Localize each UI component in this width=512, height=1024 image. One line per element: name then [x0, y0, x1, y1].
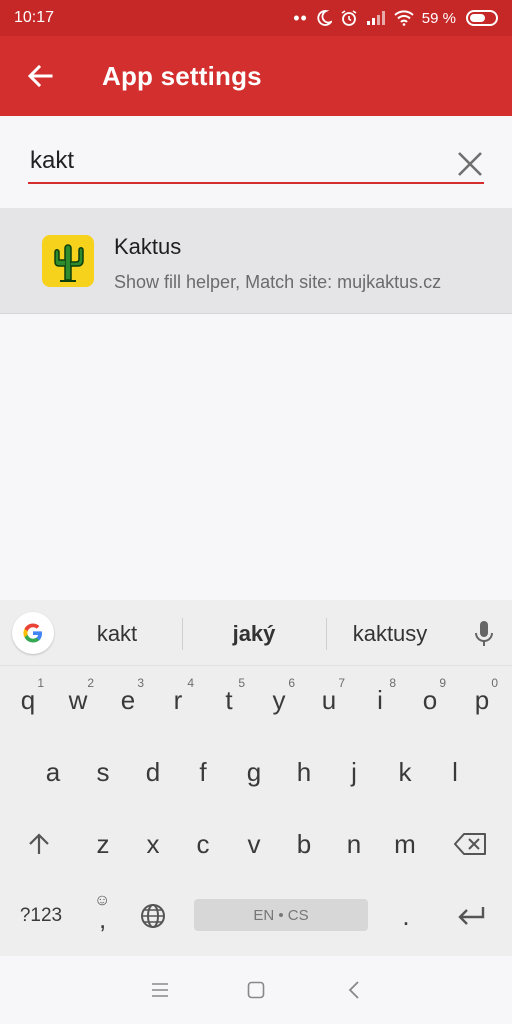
suggestion-bar: kakt jaký kaktusy	[0, 600, 512, 666]
key-j[interactable]: j	[332, 744, 376, 800]
language-key[interactable]	[131, 888, 175, 944]
key-s[interactable]: s	[81, 744, 125, 800]
suggestion-3[interactable]: kaktusy	[334, 618, 446, 650]
key-t[interactable]: t5	[207, 672, 251, 728]
back-button[interactable]	[0, 36, 80, 116]
backspace-icon	[454, 833, 486, 855]
enter-icon	[458, 907, 485, 925]
chevron-left-icon	[348, 981, 359, 999]
close-icon	[458, 152, 482, 176]
wifi-icon	[394, 10, 414, 26]
comma-label: ,	[99, 904, 107, 934]
key-a[interactable]: a	[31, 744, 75, 800]
key-b[interactable]: b	[282, 816, 326, 872]
key-c[interactable]: c	[181, 816, 225, 872]
globe-icon	[141, 904, 165, 928]
period-key[interactable]: .	[384, 888, 428, 944]
signal-icon	[366, 11, 385, 25]
search-area	[0, 116, 512, 208]
list-empty-space	[0, 315, 512, 600]
home-button[interactable]	[240, 974, 272, 1006]
result-title: Kaktus	[114, 234, 182, 259]
key-g[interactable]: g	[232, 744, 276, 800]
clear-search-button[interactable]	[452, 146, 488, 182]
search-input[interactable]	[28, 144, 484, 184]
space-key[interactable]: EN • CS	[194, 899, 368, 931]
key-r[interactable]: r4	[156, 672, 200, 728]
navigation-bar	[0, 956, 512, 1024]
status-bar: 10:17 •• 59 %	[0, 0, 512, 36]
more-notifications-icon: ••	[293, 7, 308, 28]
key-y[interactable]: y6	[257, 672, 301, 728]
key-o[interactable]: o9	[408, 672, 452, 728]
key-k[interactable]: k	[383, 744, 427, 800]
page-title: App settings	[102, 60, 262, 91]
key-n[interactable]: n	[332, 816, 376, 872]
result-subtitle: Show fill helper, Match site: mujkaktus.…	[114, 272, 442, 292]
symbols-key[interactable]: ?123	[10, 888, 72, 944]
cactus-icon	[42, 235, 94, 287]
status-time: 10:17	[14, 9, 55, 26]
suggestion-divider	[326, 618, 327, 650]
suggestion-1[interactable]: kakt	[62, 618, 172, 650]
back-nav-button[interactable]	[338, 974, 370, 1006]
arrow-up-icon	[29, 833, 49, 854]
google-icon[interactable]	[12, 612, 54, 654]
key-d[interactable]: d	[131, 744, 175, 800]
key-i[interactable]: i8	[358, 672, 402, 728]
alarm-icon	[341, 10, 357, 26]
menu-button[interactable]	[144, 974, 176, 1006]
key-v[interactable]: v	[232, 816, 276, 872]
menu-icon	[152, 983, 168, 997]
moon-icon	[317, 10, 332, 26]
key-l[interactable]: l	[433, 744, 477, 800]
list-item[interactable]: Kaktus Show fill helper, Match site: muj…	[0, 208, 512, 314]
backspace-key[interactable]	[446, 816, 496, 872]
key-p[interactable]: p0	[460, 672, 504, 728]
square-icon	[247, 981, 265, 999]
key-q[interactable]: q1	[6, 672, 50, 728]
key-z[interactable]: z	[81, 816, 125, 872]
emoji-comma-key[interactable]: ☺ ,	[80, 888, 124, 944]
arrow-left-icon	[27, 64, 53, 88]
keyboard: kakt jaký kaktusy q1 w2 e3 r4 t5 y6 u7 i…	[0, 600, 512, 956]
key-e[interactable]: e3	[106, 672, 150, 728]
key-x[interactable]: x	[131, 816, 175, 872]
microphone-button[interactable]	[468, 616, 500, 652]
app-bar: App settings	[0, 36, 512, 116]
key-m[interactable]: m	[383, 816, 427, 872]
suggestion-2[interactable]: jaký	[194, 618, 314, 650]
suggestion-divider	[182, 618, 183, 650]
key-h[interactable]: h	[282, 744, 326, 800]
battery-icon	[466, 10, 498, 26]
shift-key[interactable]	[17, 816, 61, 872]
key-f[interactable]: f	[181, 744, 225, 800]
status-icons: •• 59 %	[293, 8, 498, 29]
enter-key[interactable]	[446, 888, 496, 944]
battery-percent: 59 %	[421, 9, 456, 27]
microphone-icon	[475, 621, 493, 646]
key-w[interactable]: w2	[56, 672, 100, 728]
key-u[interactable]: u7	[307, 672, 351, 728]
